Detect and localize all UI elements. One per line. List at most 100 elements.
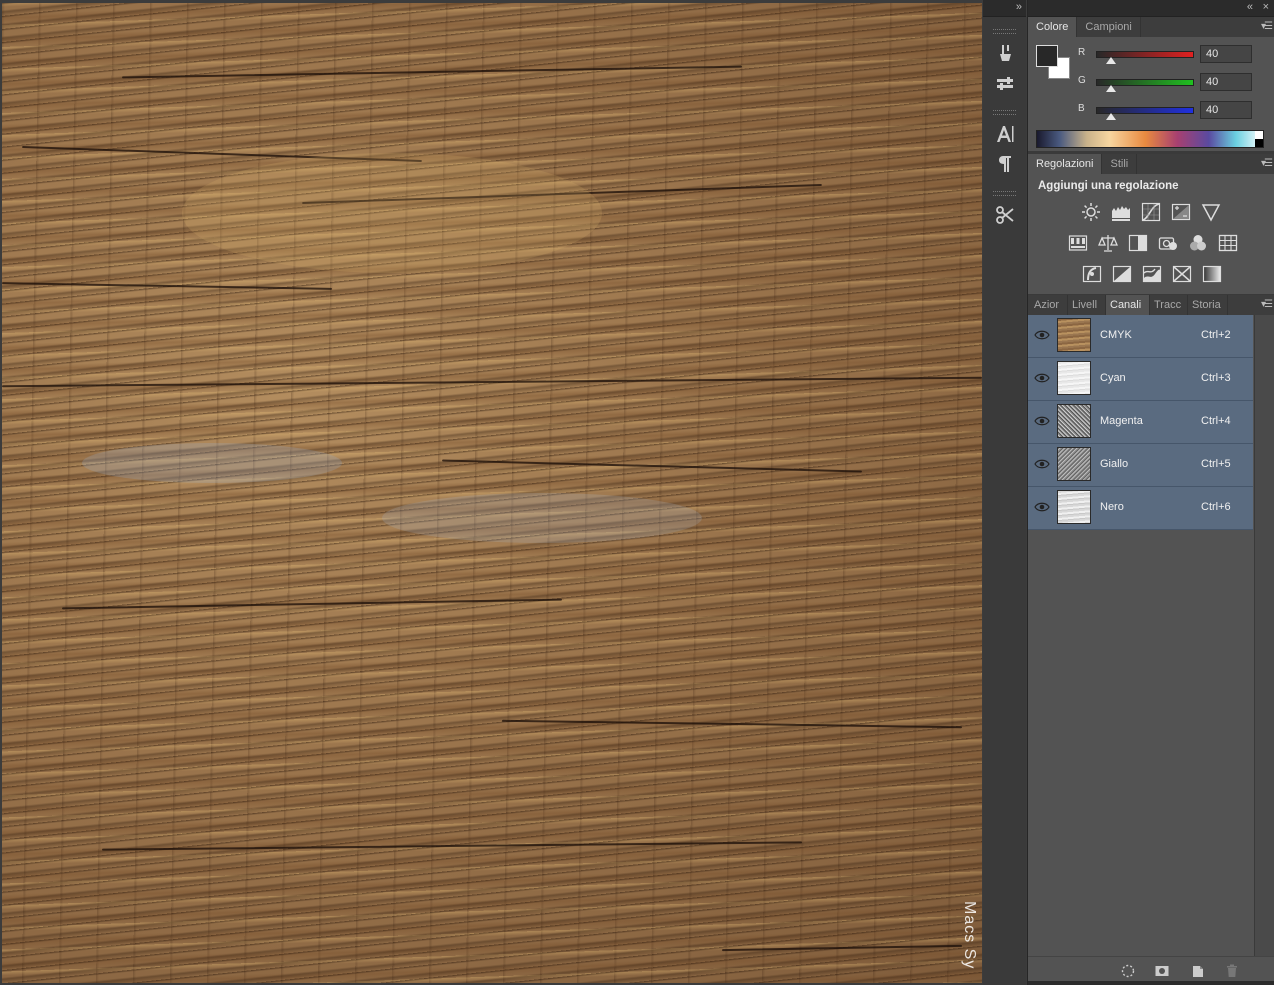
- green-slider-thumb[interactable]: [1106, 85, 1116, 92]
- watermark-text: Macs Sy: [961, 900, 978, 969]
- wood-crack: [502, 719, 962, 729]
- channel-mixer-button[interactable]: [1188, 233, 1208, 253]
- color-balance-button[interactable]: [1098, 233, 1118, 253]
- brightness-contrast-button[interactable]: [1081, 202, 1101, 222]
- wood-crack: [62, 598, 562, 610]
- channel-row-cyan[interactable]: Cyan Ctrl+3: [1028, 358, 1253, 401]
- selective-color-icon: [1172, 265, 1192, 283]
- channel-mixer-icon: [1190, 235, 1206, 251]
- panel-menu-icon[interactable]: ▾☰: [1261, 21, 1273, 32]
- channel-shortcut: Ctrl+3: [1201, 372, 1231, 384]
- blue-slider-thumb[interactable]: [1106, 113, 1116, 120]
- clone-source-icon: [995, 206, 1014, 224]
- tab-tracciati[interactable]: Tracc: [1150, 295, 1188, 315]
- curves-button[interactable]: [1141, 202, 1161, 222]
- eye-icon[interactable]: [1034, 372, 1050, 384]
- tab-livelli[interactable]: Livell: [1068, 295, 1106, 315]
- photo-filter-button[interactable]: [1158, 233, 1178, 253]
- posterize-button[interactable]: [1112, 264, 1132, 284]
- levels-button[interactable]: [1111, 202, 1131, 222]
- red-value-field[interactable]: 40: [1200, 45, 1252, 63]
- channel-name: Magenta: [1100, 415, 1143, 427]
- channel-thumbnail-cmyk: [1057, 318, 1091, 352]
- channel-row-cmyk[interactable]: CMYK Ctrl+2: [1028, 315, 1253, 358]
- channels-scrollbar[interactable]: [1254, 315, 1274, 965]
- color-balance-icon: [1098, 235, 1118, 252]
- tab-campioni[interactable]: Campioni: [1077, 17, 1141, 37]
- tab-canali[interactable]: Canali: [1106, 295, 1150, 315]
- wood-crack: [122, 65, 742, 79]
- vibrance-button[interactable]: [1201, 202, 1221, 222]
- trash-icon: [1227, 964, 1237, 977]
- new-channel-button[interactable]: [1190, 963, 1206, 979]
- black-white-swatch[interactable]: [1255, 131, 1263, 147]
- load-channel-selection-button[interactable]: [1120, 963, 1136, 979]
- character-button[interactable]: [983, 119, 1026, 149]
- channel-thumbnail-nero: [1057, 490, 1091, 524]
- channel-list: CMYK Ctrl+2 Cyan Ctrl+3 Magenta Ctrl+4 G…: [1028, 315, 1253, 530]
- paragraph-button[interactable]: [983, 149, 1026, 179]
- invert-button[interactable]: [1082, 264, 1102, 284]
- adjustments-panel: Regolazioni Stili ▾☰ Aggiungi una regola…: [1028, 154, 1274, 294]
- eye-icon[interactable]: [1034, 329, 1050, 341]
- grip-handle[interactable]: [993, 191, 1016, 196]
- channel-thumbnail-magenta: [1057, 404, 1091, 438]
- channel-row-giallo[interactable]: Giallo Ctrl+5: [1028, 444, 1253, 487]
- red-slider-thumb[interactable]: [1106, 57, 1116, 64]
- expand-panels-icon[interactable]: »: [1016, 1, 1022, 13]
- character-icon: [996, 126, 1013, 142]
- green-value-field[interactable]: 40: [1200, 73, 1252, 91]
- gradient-map-button[interactable]: [1202, 264, 1222, 284]
- channel-shortcut: Ctrl+2: [1201, 329, 1231, 341]
- brush-presets-icon: [999, 45, 1011, 61]
- tab-stili[interactable]: Stili: [1102, 154, 1138, 174]
- panel-menu-icon[interactable]: ▾☰: [1261, 158, 1273, 169]
- new-page-icon: [1193, 966, 1203, 977]
- wood-crack: [722, 944, 962, 952]
- threshold-icon: [1142, 265, 1162, 283]
- hue-saturation-button[interactable]: [1068, 233, 1088, 253]
- close-icon[interactable]: ×: [1263, 1, 1269, 13]
- delete-channel-button[interactable]: [1224, 963, 1240, 979]
- document-canvas[interactable]: Macs Sy: [2, 3, 982, 983]
- tool-presets-icon: [996, 77, 1013, 90]
- wood-crack: [102, 841, 802, 851]
- foreground-color-swatch[interactable]: [1036, 45, 1058, 67]
- tab-azioni[interactable]: Azior: [1028, 295, 1068, 315]
- panel-menu-icon[interactable]: ▾☰: [1261, 299, 1273, 310]
- dock-top-bar[interactable]: « ×: [1028, 0, 1274, 17]
- adjustments-panel-tabs: Regolazioni Stili ▾☰: [1028, 154, 1274, 174]
- posterize-icon: [1112, 265, 1132, 283]
- tab-storia[interactable]: Storia: [1188, 295, 1228, 315]
- vibrance-icon: [1201, 204, 1221, 222]
- channel-name: Nero: [1100, 501, 1124, 513]
- color-lookup-button[interactable]: [1218, 233, 1238, 253]
- save-selection-channel-button[interactable]: [1154, 963, 1170, 979]
- eye-icon[interactable]: [1034, 415, 1050, 427]
- dotted-circle-icon: [1121, 964, 1135, 978]
- exposure-button[interactable]: [1171, 202, 1191, 222]
- red-slider-row: R 40: [1078, 45, 1268, 67]
- clone-source-button[interactable]: [983, 200, 1026, 230]
- brush-presets-button[interactable]: [983, 38, 1026, 68]
- strip-collapse-bar[interactable]: »: [983, 0, 1026, 17]
- tab-colore[interactable]: Colore: [1028, 17, 1078, 37]
- paragraph-icon: [998, 156, 1011, 172]
- tool-presets-button[interactable]: [983, 68, 1026, 98]
- tab-regolazioni[interactable]: Regolazioni: [1028, 154, 1103, 174]
- blue-value-field[interactable]: 40: [1200, 101, 1252, 119]
- black-white-button[interactable]: [1128, 233, 1148, 253]
- adjustments-row-2: [1068, 233, 1238, 253]
- selective-color-button[interactable]: [1172, 264, 1192, 284]
- color-ramp[interactable]: [1036, 130, 1264, 148]
- channels-panel-tabs: Azior Livell Canali Tracc Storia ▾☰: [1028, 295, 1274, 315]
- eye-icon[interactable]: [1034, 501, 1050, 513]
- eye-icon[interactable]: [1034, 458, 1050, 470]
- collapse-panels-icon[interactable]: «: [1247, 1, 1253, 13]
- grip-handle[interactable]: [993, 29, 1016, 34]
- channel-row-nero[interactable]: Nero Ctrl+6: [1028, 487, 1253, 530]
- grip-handle[interactable]: [993, 110, 1016, 115]
- channel-row-magenta[interactable]: Magenta Ctrl+4: [1028, 401, 1253, 444]
- levels-icon: [1112, 206, 1130, 221]
- threshold-button[interactable]: [1142, 264, 1162, 284]
